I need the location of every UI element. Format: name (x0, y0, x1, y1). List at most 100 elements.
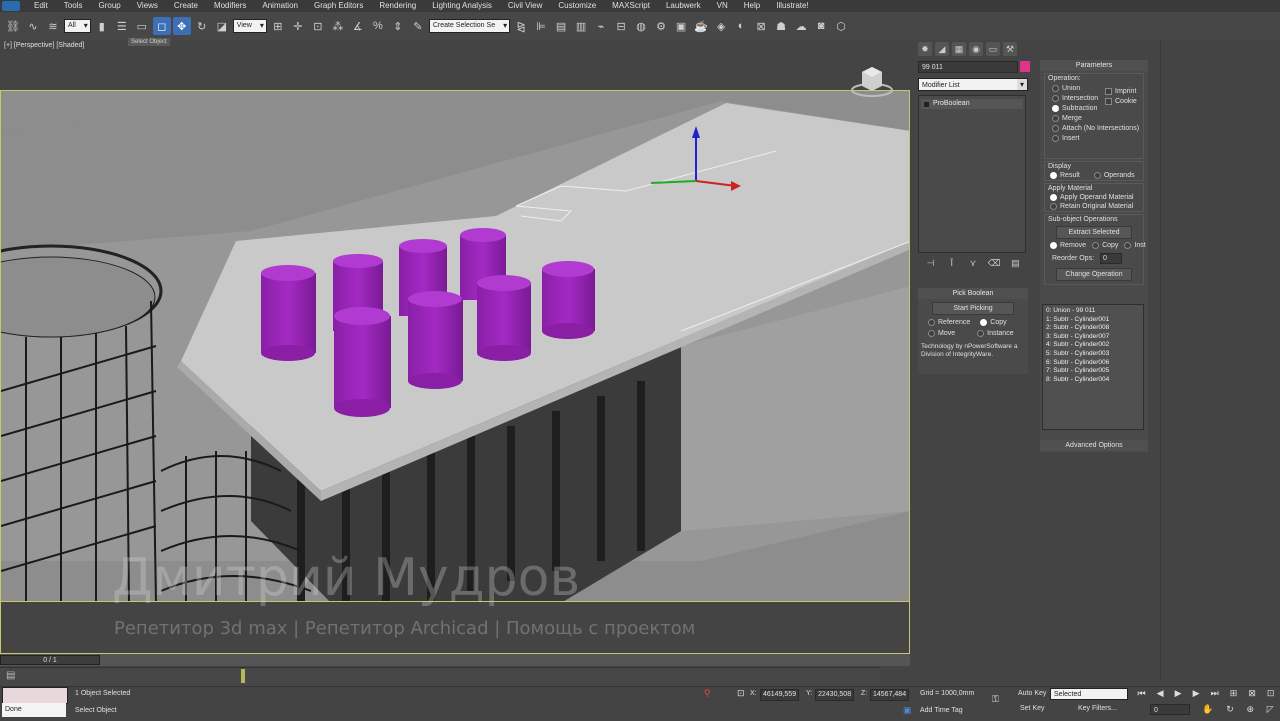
list-item[interactable]: 4: Subtr - Cylinder002 (1046, 341, 1140, 350)
extract-inst-radio[interactable]: Inst (1124, 242, 1146, 249)
auto-key-button[interactable]: Auto Key (1018, 690, 1046, 697)
render-setup-icon[interactable]: ⚙ (652, 17, 670, 35)
keyboard-shortcut-icon[interactable]: ⊡ (309, 17, 327, 35)
maxscript-output[interactable]: Done (2, 703, 66, 717)
viewport-label[interactable]: [+] [Perspective] [Shaded] (4, 42, 84, 49)
change-operation-button[interactable]: Change Operation (1056, 268, 1132, 281)
list-item[interactable]: 7: Subtr - Cylinder005 (1046, 367, 1140, 376)
x-coordinate-field[interactable]: 46149,559 (760, 689, 800, 701)
object-name-field[interactable]: 99 011 (918, 61, 1018, 73)
environment-icon[interactable]: ⊠ (752, 17, 770, 35)
ribbon-icon[interactable]: ▥ (572, 17, 590, 35)
percent-snap-icon[interactable]: % (369, 17, 387, 35)
apply-operand-material-radio[interactable]: Apply Operand Material (1050, 194, 1140, 201)
radio-instance[interactable]: Instance (977, 330, 1014, 337)
zoom-extents-all-icon[interactable]: ⊞ (1230, 688, 1238, 700)
menu-create[interactable]: Create (166, 0, 206, 12)
pick-boolean-title[interactable]: Pick Boolean (918, 288, 1028, 299)
angle-snap-icon[interactable]: ∡ (349, 17, 367, 35)
start-picking-button[interactable]: Start Picking (932, 302, 1014, 315)
selection-filter-select[interactable]: All (64, 19, 91, 33)
previous-frame-icon[interactable]: ◀ (1157, 688, 1164, 700)
orbit-icon[interactable]: ↻ (1226, 704, 1234, 716)
op-attach[interactable]: Attach (No Intersections) (1052, 125, 1140, 132)
display-result-radio[interactable]: Result (1050, 172, 1080, 179)
rendered-frame-icon[interactable]: ▣ (672, 17, 690, 35)
render-frame-icon[interactable]: ◐ (732, 17, 750, 35)
create-tab-icon[interactable]: ✸ (918, 42, 932, 56)
motion-tab-icon[interactable]: ◉ (969, 42, 983, 56)
mirror-icon[interactable]: ⧎ (512, 17, 530, 35)
op-insert[interactable]: Insert (1052, 135, 1140, 142)
stack-item-proboolean[interactable]: ProBoolean (921, 99, 1023, 109)
app-logo-icon[interactable] (2, 1, 20, 11)
remove-modifier-icon[interactable]: ⌫ (987, 258, 1001, 269)
curve-editor-icon[interactable]: ⌁ (592, 17, 610, 35)
display-operands-radio[interactable]: Operands (1093, 172, 1135, 179)
menu-laubwerk[interactable]: Laubwerk (658, 0, 709, 12)
display-tab-icon[interactable]: ▭ (986, 42, 1000, 56)
spinner-snap-icon[interactable]: ⇕ (389, 17, 407, 35)
menu-lighting-analysis[interactable]: Lighting Analysis (424, 0, 500, 12)
active-shade-icon[interactable]: ◙ (812, 17, 830, 35)
link-icon[interactable]: ⛓ (4, 17, 22, 35)
make-unique-icon[interactable]: ⋎ (966, 258, 980, 269)
add-time-tag[interactable]: Add Time Tag (920, 707, 963, 714)
zoom-all-icon[interactable]: ⊠ (1248, 688, 1256, 700)
pivot-center-icon[interactable]: ⊞ (269, 17, 287, 35)
operations-list[interactable]: 0: Union - 99 011 1: Subtr - Cylinder001… (1042, 304, 1144, 430)
list-item[interactable]: 1: Subtr - Cylinder001 (1046, 316, 1140, 325)
window-crossing-icon[interactable]: ◻ (152, 17, 171, 35)
vray-icon[interactable]: ◈ (712, 17, 730, 35)
select-by-name-icon[interactable]: ☰ (113, 17, 131, 35)
op-subtraction[interactable]: Subtraction (1052, 105, 1140, 112)
advanced-options-rollout[interactable]: Advanced Options (1040, 440, 1148, 451)
z-coordinate-field[interactable]: 14567,484 (870, 689, 910, 701)
render-iterative-icon[interactable]: ☁ (792, 17, 810, 35)
menu-modifiers[interactable]: Modifiers (206, 0, 254, 12)
unlink-icon[interactable]: ∿ (24, 17, 42, 35)
list-item[interactable]: 5: Subtr - Cylinder003 (1046, 350, 1140, 359)
extract-selected-button[interactable]: Extract Selected (1056, 226, 1132, 239)
isolate-selection-icon[interactable]: ⚲ (704, 688, 711, 699)
utilities-tab-icon[interactable]: ⚒ (1003, 42, 1017, 56)
snaps-toggle-icon[interactable]: ⁂ (329, 17, 347, 35)
selection-lock-icon[interactable]: ⊡ (737, 688, 745, 699)
radio-reference[interactable]: Reference (928, 319, 970, 326)
key-mode-select[interactable]: Selected (1050, 688, 1128, 700)
menu-civil-view[interactable]: Civil View (500, 0, 551, 12)
retain-original-material-radio[interactable]: Retain Original Material (1050, 203, 1140, 210)
go-to-end-icon[interactable]: ⏭ (1211, 688, 1219, 700)
render-online-icon[interactable]: ⬡ (832, 17, 850, 35)
maximize-viewport-icon[interactable]: ⊡ (1267, 688, 1275, 700)
current-frame-field[interactable]: 0 (1150, 704, 1190, 715)
parameters-title[interactable]: Parameters (1040, 60, 1148, 71)
named-selection-select[interactable]: Create Selection Se (428, 19, 511, 33)
edit-named-selection-icon[interactable]: ✎ (409, 17, 427, 35)
key-filters-button[interactable]: Key Filters... (1078, 705, 1117, 712)
menu-graph-editors[interactable]: Graph Editors (306, 0, 371, 12)
bind-spacewarp-icon[interactable]: ≋ (44, 17, 62, 35)
select-move-icon[interactable]: ✥ (172, 17, 191, 35)
time-slider-thumb[interactable]: 0 / 1 (0, 655, 100, 665)
cookie-checkbox[interactable]: Cookie (1105, 98, 1137, 105)
list-item[interactable]: 0: Union - 99 011 (1046, 307, 1140, 316)
time-tag-icon[interactable]: ▣ (903, 705, 912, 716)
menu-vn[interactable]: VN (709, 0, 736, 12)
layer-manager-icon[interactable]: ▤ (552, 17, 570, 35)
set-key-button[interactable]: Set Key (1020, 705, 1045, 712)
modifier-list-select[interactable]: Modifier List ▾ (918, 78, 1028, 91)
list-item[interactable]: 2: Subtr - Cylinder008 (1046, 324, 1140, 333)
go-to-start-icon[interactable]: ⏮ (1138, 688, 1146, 700)
menu-rendering[interactable]: Rendering (371, 0, 424, 12)
rectangular-selection-icon[interactable]: ▭ (133, 17, 151, 35)
zoom-region-icon[interactable]: ⊕ (1246, 704, 1254, 716)
teapot-render-icon[interactable]: ☗ (772, 17, 790, 35)
viewcube-icon[interactable] (850, 62, 894, 98)
render-production-icon[interactable]: ☕ (692, 17, 710, 35)
list-item[interactable]: 8: Subtr - Cylinder004 (1046, 376, 1140, 385)
menu-animation[interactable]: Animation (254, 0, 306, 12)
radio-move[interactable]: Move (928, 330, 955, 337)
hierarchy-tab-icon[interactable]: ▦ (952, 42, 966, 56)
menu-help[interactable]: Help (736, 0, 768, 12)
